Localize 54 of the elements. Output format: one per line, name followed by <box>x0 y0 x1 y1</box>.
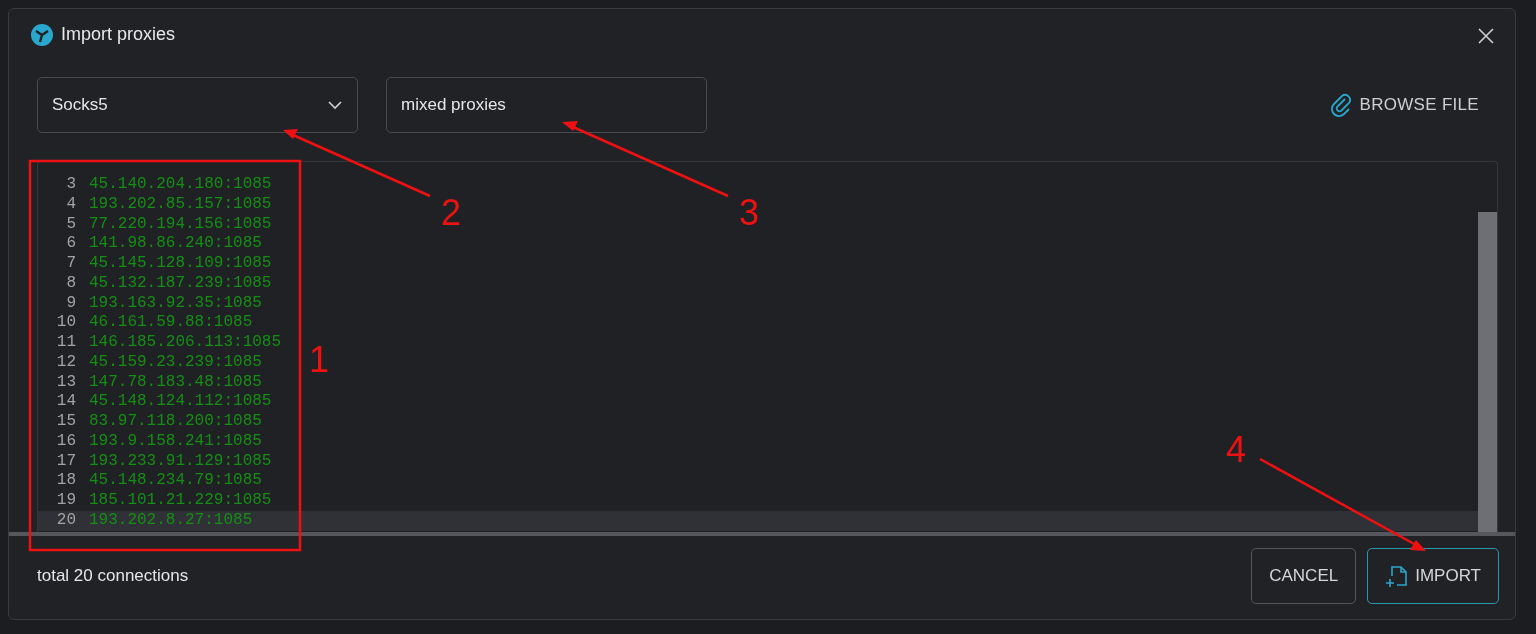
logo-icon <box>31 23 53 46</box>
line-number: 4 <box>65 194 76 215</box>
line-number: 7 <box>65 254 76 274</box>
proxy-line: 83.97.118.200:1085 <box>89 412 262 432</box>
proxy-line: 193.9.158.241:1085 <box>89 431 262 452</box>
proxy-line: 146.185.206.113:1085 <box>89 333 282 353</box>
name-field[interactable]: mixed proxies <box>386 77 707 133</box>
cancel-button[interactable]: CANCEL <box>1251 548 1357 604</box>
line-number: 6 <box>65 234 76 254</box>
scrollbar-thumb[interactable] <box>1478 212 1497 532</box>
line-number: 20 <box>55 510 76 531</box>
proxy-line: 45.148.234.79:1085 <box>89 471 262 491</box>
line-number: 3 <box>65 175 76 195</box>
import-button[interactable]: IMPORT <box>1367 548 1499 604</box>
annotation-number: 3 <box>739 195 760 231</box>
file-plus-icon <box>1385 564 1408 588</box>
proxy-line: 77.220.194.156:1085 <box>89 214 272 235</box>
type-select[interactable]: Socks5 <box>37 77 358 133</box>
browse-file-button[interactable]: BROWSE FILE <box>1323 91 1485 119</box>
code-editor[interactable] <box>37 161 1498 532</box>
line-number: 11 <box>55 333 76 353</box>
proxy-line: 147.78.183.48:1085 <box>89 372 262 393</box>
chevron-down-icon <box>327 98 343 112</box>
line-number: 15 <box>55 412 76 432</box>
proxy-line: 193.233.91.129:1085 <box>89 451 272 472</box>
annotation-number: 2 <box>441 195 462 231</box>
proxy-line: 193.202.8.27:1085 <box>89 510 253 531</box>
line-number: 14 <box>55 392 76 412</box>
line-number: 19 <box>55 491 76 511</box>
proxy-line: 185.101.21.229:1085 <box>89 491 272 511</box>
line-number: 12 <box>55 352 76 373</box>
line-number: 8 <box>65 273 76 294</box>
proxy-line: 46.161.59.88:1085 <box>89 313 253 333</box>
annotation-number: 4 <box>1226 432 1247 468</box>
dialog-title: Import proxies <box>61 23 176 46</box>
horizontal-scrollbar[interactable] <box>9 532 1515 536</box>
annotation-number: 1 <box>309 342 330 378</box>
proxy-line: 45.140.204.180:1085 <box>89 175 272 195</box>
line-number: 9 <box>65 293 76 314</box>
line-number: 18 <box>55 471 76 491</box>
total-count: total 20 connections <box>37 565 189 588</box>
proxy-line: 193.202.85.157:1085 <box>89 194 272 215</box>
proxy-line: 45.159.23.239:1085 <box>89 352 262 373</box>
proxy-line: 141.98.86.240:1085 <box>89 234 262 254</box>
proxy-line: 45.132.187.239:1085 <box>89 273 272 294</box>
line-number: 16 <box>55 431 76 452</box>
line-number: 17 <box>55 451 76 472</box>
proxy-line: 45.148.124.112:1085 <box>89 392 272 412</box>
line-number: 13 <box>55 372 76 393</box>
proxy-line: 193.163.92.35:1085 <box>89 293 262 314</box>
proxy-line: 45.145.128.109:1085 <box>89 254 272 274</box>
line-number: 10 <box>55 313 76 333</box>
line-number: 5 <box>65 214 76 235</box>
paperclip-icon <box>1329 93 1352 117</box>
